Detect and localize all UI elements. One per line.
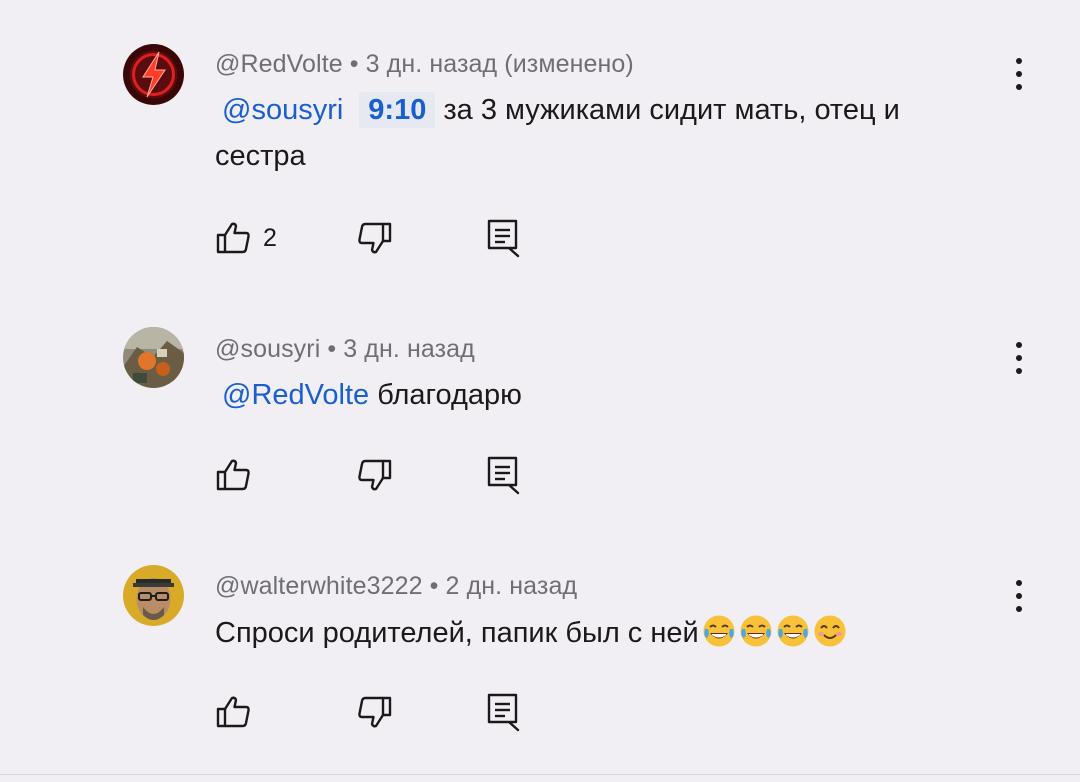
like-button[interactable] <box>215 455 251 495</box>
reply-icon <box>485 218 521 258</box>
dislike-button[interactable] <box>357 218 393 258</box>
face-with-tears-of-joy-icon <box>739 614 773 648</box>
smiling-face-with-smiling-eyes-icon <box>813 614 847 648</box>
timestamp-link[interactable]: 9:10 <box>359 92 436 128</box>
like-count: 2 <box>263 223 277 252</box>
comment-body: Спроси родителей, папик был с ней <box>215 617 699 649</box>
reply-button[interactable] <box>485 692 521 732</box>
author-name[interactable]: @walterwhite3222 <box>215 572 423 600</box>
dislike-button[interactable] <box>357 455 393 495</box>
man-with-glasses-avatar[interactable] <box>123 565 184 626</box>
reply-button[interactable] <box>485 218 521 258</box>
like-button[interactable]: 2 <box>215 218 277 258</box>
comment-text: @sousyri 9:10 за 3 мужиками сидит мать, от… <box>215 87 985 179</box>
meta-separator: • <box>327 335 337 363</box>
more-vert-icon[interactable] <box>1004 574 1034 618</box>
thumbs-down-icon <box>357 457 393 493</box>
thumbs-up-icon <box>215 220 251 256</box>
author-name[interactable]: @sousyri <box>215 335 320 363</box>
thumbs-down-icon <box>357 220 393 256</box>
comment-text: Спроси родителей, папик был с ней <box>215 610 985 656</box>
comment-meta: @sousyri • 3 дн. назад <box>215 335 475 364</box>
landscape-avatar[interactable] <box>123 327 184 388</box>
comment-text: @RedVolte благодарю <box>215 372 985 418</box>
divider <box>0 774 1080 775</box>
face-with-tears-of-joy-icon <box>776 614 810 648</box>
reply-icon <box>485 455 521 495</box>
lightning-avatar[interactable] <box>123 44 184 105</box>
meta-separator: • <box>429 572 439 600</box>
comment-age: 2 дн. назад <box>445 572 578 600</box>
comment-body: благодарю <box>377 379 522 411</box>
meta-separator: • <box>349 50 359 78</box>
comment-age: 3 дн. назад <box>343 335 475 363</box>
like-button[interactable] <box>215 692 251 732</box>
comment-replies-thread: @RedVolte • 3 дн. назад (изменено) @sousyr… <box>0 0 1080 782</box>
reply-icon <box>485 692 521 732</box>
reply-button[interactable] <box>485 455 521 495</box>
thumbs-up-icon <box>215 694 251 730</box>
comment-meta: @RedVolte • 3 дн. назад (изменено) <box>215 50 634 79</box>
mention-link[interactable]: @sousyri <box>222 94 343 126</box>
face-with-tears-of-joy-icon <box>702 614 736 648</box>
comment-meta: @walterwhite3222 • 2 дн. назад <box>215 572 577 601</box>
more-vert-icon[interactable] <box>1004 52 1034 96</box>
mention-link[interactable]: @RedVolte <box>222 379 369 411</box>
author-name[interactable]: @RedVolte <box>215 50 343 78</box>
dislike-button[interactable] <box>357 692 393 732</box>
more-vert-icon[interactable] <box>1004 336 1034 380</box>
thumbs-down-icon <box>357 694 393 730</box>
thumbs-up-icon <box>215 457 251 493</box>
comment-age: 3 дн. назад (изменено) <box>365 50 634 78</box>
